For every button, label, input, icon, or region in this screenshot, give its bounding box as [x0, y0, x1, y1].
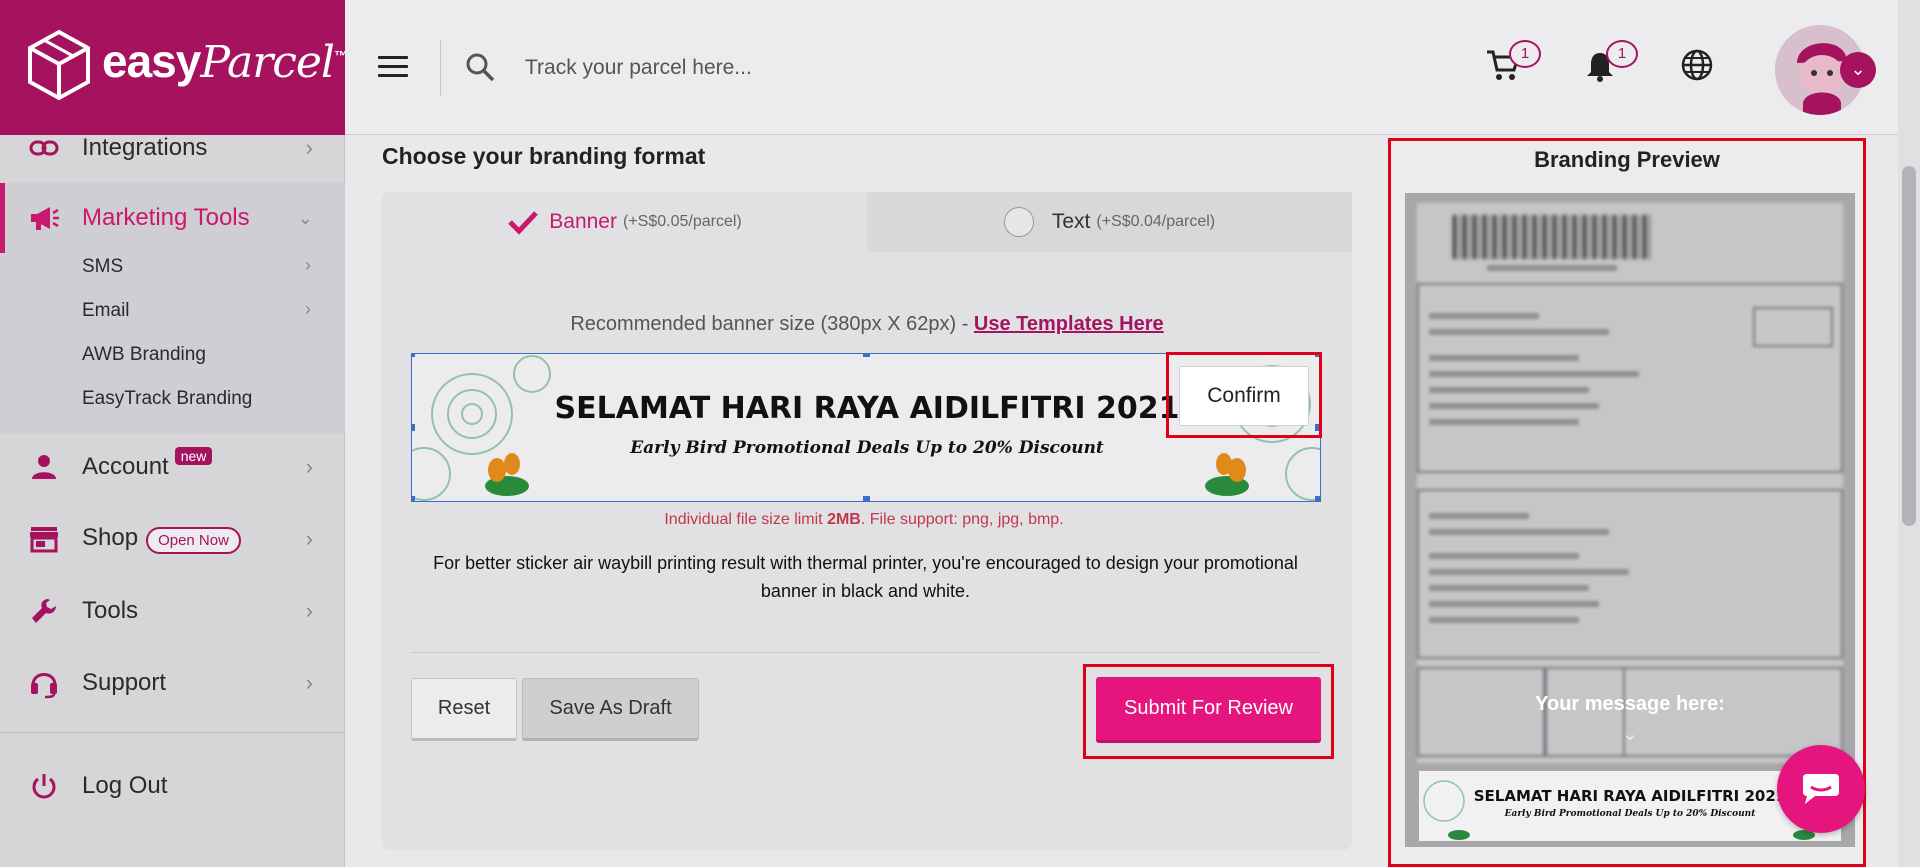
recommended-size-text: Recommended banner size (380px X 62px) -… [570, 313, 1164, 335]
message-label: Your message here: [1535, 693, 1725, 715]
chevron-right-icon: › [305, 299, 311, 319]
notifications-button[interactable]: 1 [1582, 40, 1638, 88]
chat-icon [1803, 774, 1839, 804]
resize-handle[interactable] [863, 354, 870, 357]
headset-icon [28, 667, 60, 699]
tab-label: Banner [549, 210, 617, 233]
sidebar-item-support[interactable]: Support › [0, 663, 345, 703]
sidebar-subitem-easytrack-branding[interactable]: EasyTrack Branding [82, 388, 252, 410]
cart-button[interactable]: 1 [1485, 40, 1541, 88]
top-header: 1 1 ⌄ [345, 0, 1898, 135]
chevron-down-icon: ⌄ [297, 207, 313, 228]
header-divider [440, 40, 441, 96]
sidebar-divider [0, 732, 345, 733]
sidebar-item-label: Log Out [82, 772, 168, 799]
tab-banner[interactable]: Banner (+S$0.05/parcel) [382, 192, 867, 252]
chevron-right-icon: › [305, 598, 313, 623]
wrench-icon [28, 595, 60, 627]
tab-price: (+S$0.04/parcel) [1096, 213, 1216, 230]
chevron-right-icon: › [305, 670, 313, 695]
printing-advice-text: For better sticker air waybill printing … [433, 553, 1298, 601]
chevron-right-icon: › [305, 454, 313, 479]
resize-handle[interactable] [412, 354, 415, 357]
reset-button[interactable]: Reset [411, 678, 517, 741]
preview-title: Branding Preview [1534, 147, 1720, 172]
chevron-right-icon: › [305, 526, 313, 551]
radio-button[interactable] [1003, 207, 1034, 237]
search-icon[interactable] [465, 52, 495, 82]
checkmark-icon [508, 211, 539, 235]
resize-handle[interactable] [412, 424, 415, 431]
sidebar-item-label: Marketing Tools [82, 204, 250, 231]
chat-button[interactable] [1777, 745, 1865, 833]
chevron-right-icon: › [305, 135, 313, 160]
logo[interactable]: easyParcel™ [0, 0, 348, 135]
open-now-badge: Open Now [146, 527, 241, 554]
tab-label: Text [1051, 210, 1091, 233]
link-icon [28, 132, 60, 164]
user-icon [28, 451, 60, 483]
chevron-down-icon[interactable]: ⌄ [1840, 52, 1876, 88]
scrollbar[interactable] [1898, 0, 1920, 867]
resize-handle[interactable] [863, 496, 870, 501]
resize-handle[interactable] [412, 496, 415, 501]
preview-banner-subtitle: Early Bird Promotional Deals Up to 20% D… [1504, 809, 1756, 819]
tab-price: (+S$0.05/parcel) [622, 213, 742, 230]
barcode-icon [1453, 215, 1653, 259]
confirm-button[interactable]: Confirm [1179, 366, 1309, 426]
resize-handle[interactable] [1315, 496, 1320, 501]
cart-count-badge: 1 [1509, 40, 1541, 68]
sidebar-subitem-sms[interactable]: SMS [82, 256, 123, 278]
waybill-preview: Your message here: ⌄ SELAMAT HARI RAYA A… [1405, 193, 1855, 847]
sidebar-item-label: Support [82, 669, 167, 696]
sidebar-subitem-email[interactable]: Email [82, 300, 130, 322]
megaphone-icon [28, 202, 60, 234]
sidebar: Integrations › Marketing Tools ⌄ SMS › E… [0, 0, 348, 867]
notification-count-badge: 1 [1606, 40, 1638, 68]
track-parcel-search-input[interactable] [525, 48, 1085, 88]
power-icon [28, 770, 60, 802]
new-badge: new [174, 447, 213, 465]
tab-text[interactable]: Text (+S$0.04/parcel) [867, 192, 1352, 252]
blurred-waybill [1417, 203, 1843, 763]
sidebar-item-account[interactable]: Account new › [0, 447, 345, 487]
sidebar-item-log-out[interactable]: Log Out [0, 766, 345, 806]
sidebar-item-label: Integrations [82, 134, 208, 161]
sidebar-item-label: Tools [82, 597, 139, 624]
parcel-box-icon [28, 29, 90, 101]
sidebar-item-tools[interactable]: Tools › [0, 591, 345, 631]
brand-name: easyParcel™ [102, 35, 348, 88]
save-as-draft-button[interactable]: Save As Draft [522, 678, 699, 741]
chevron-down-icon[interactable]: ⌄ [1405, 721, 1855, 746]
section-title: Choose your branding format [382, 143, 706, 169]
sidebar-item-marketing-tools[interactable]: Marketing Tools ⌄ [0, 198, 345, 238]
chevron-right-icon: › [305, 255, 311, 275]
scrollbar-thumb[interactable] [1902, 166, 1916, 526]
menu-icon[interactable] [378, 56, 408, 80]
language-button[interactable] [1680, 48, 1720, 88]
sidebar-item-label: Account [82, 453, 169, 480]
card-divider [411, 652, 1321, 653]
banner-subtitle: Early Bird Promotional Deals Up to 20% D… [630, 438, 1104, 458]
use-templates-link[interactable]: Use Templates Here [974, 313, 1164, 335]
submit-for-review-button[interactable]: Submit For Review [1096, 677, 1321, 743]
sidebar-subitem-awb-branding[interactable]: AWB Branding [82, 344, 206, 366]
globe-icon [1681, 49, 1713, 81]
